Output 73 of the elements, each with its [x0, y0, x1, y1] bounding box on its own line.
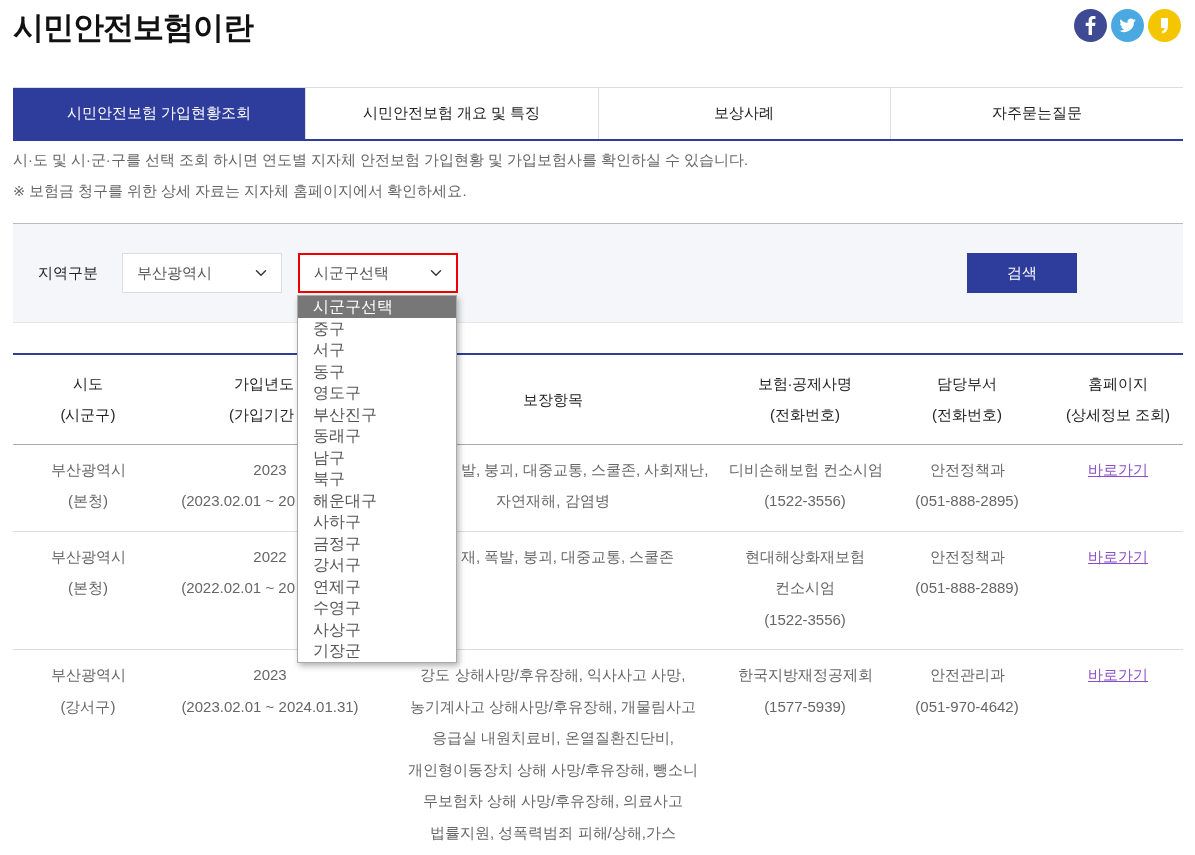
column-header: 보험·공제사명	[757, 374, 853, 392]
tab[interactable]: 시민안전보험 가입현황조회	[13, 88, 306, 139]
table-cell: (2023.02.01 ~ 2024.01.31)	[181, 697, 359, 715]
table-cell: 2023	[253, 666, 287, 683]
dropdown-option[interactable]: 강서구	[298, 554, 456, 576]
table-cell: (본청)	[68, 492, 108, 509]
table-cell: (본청)	[68, 579, 108, 596]
table-cell: 부산광역시	[50, 460, 126, 478]
table-cell: 2022	[253, 547, 287, 565]
table-cell: 안전관리과	[929, 666, 1005, 683]
table-cell: (1522-3556)	[764, 492, 846, 509]
dropdown-option[interactable]: 사상구	[298, 618, 456, 640]
table-cell: 무보험차 상해 사망/후유장해, 의료사고	[422, 792, 684, 809]
dropdown-option[interactable]: 중구	[298, 317, 456, 339]
dropdown-option[interactable]: 해운대구	[298, 489, 456, 511]
district-select[interactable]: 시군구선택	[298, 253, 458, 293]
table-cell: 안전정책과	[929, 547, 1005, 565]
table-cell: (051-970-4642)	[915, 697, 1019, 715]
table-cell: 컨소시엄	[775, 579, 835, 596]
table-cell: 부산광역시	[50, 666, 126, 683]
dropdown-option[interactable]: 연제구	[298, 575, 456, 597]
table-cell: 한국지방재정공제회	[737, 666, 873, 683]
column-header: 보장항목	[523, 390, 583, 408]
table-cell: (2022.02.01 ~ 20	[181, 579, 295, 596]
dropdown-option[interactable]: 서구	[298, 339, 456, 361]
column-header: (시군구)	[60, 406, 116, 424]
table-cell: 농기계사고 상해사망/후유장해, 개물림사고	[409, 697, 697, 715]
dropdown-option[interactable]: 기장군	[298, 640, 456, 662]
dropdown-option[interactable]: 영도구	[298, 382, 456, 404]
homepage-link[interactable]: 바로가기	[1088, 460, 1148, 478]
region-select[interactable]: 부산광역시	[122, 253, 282, 293]
page-title: 시민안전보험이란	[13, 9, 253, 47]
table-cell: (051-888-2895)	[915, 492, 1019, 509]
table-cell: 발, 붕괴, 대중교통, 스쿨존, 사회재난,	[461, 460, 709, 478]
column-header: 담당부서	[937, 374, 997, 392]
notice-text: 시·도 및 시·군·구를 선택 조회 하시면 연도별 지자체 안전보험 가입현황 및 가입보험사를 확인하실 수 있습니다.	[13, 151, 749, 170]
table-cell: 법률지원, 성폭력범죄 피해/상해,가스	[430, 823, 676, 841]
homepage-link[interactable]: 바로가기	[1088, 547, 1148, 565]
dropdown-option[interactable]: 부산진구	[298, 403, 456, 425]
dropdown-option[interactable]: 금정구	[298, 532, 456, 554]
homepage-link[interactable]: 바로가기	[1088, 666, 1148, 683]
table-cell: (051-888-2889)	[915, 579, 1019, 596]
dropdown-option[interactable]: 남구	[298, 446, 456, 468]
table-cell: 부산광역시	[50, 547, 126, 565]
table-cell: (강서구)	[60, 697, 116, 715]
dropdown-option[interactable]: 수영구	[298, 597, 456, 619]
table-cell: (1522-3556)	[764, 610, 846, 628]
table-cell: (2023.02.01 ~ 20	[181, 492, 295, 509]
column-header: (가입기간	[229, 406, 294, 424]
dropdown-option[interactable]: 동래구	[298, 425, 456, 447]
table-cell: 강도 상해사망/후유장해, 익사사고 사망,	[420, 666, 686, 683]
table-cell: 응급실 내원치료비, 온열질환진단비,	[432, 729, 674, 746]
table-cell: 2023	[253, 460, 287, 478]
dropdown-option[interactable]: 시군구선택	[298, 296, 456, 318]
dropdown-option[interactable]: 동구	[298, 360, 456, 382]
column-header: 홈페이지	[1088, 374, 1148, 392]
column-header: (전화번호)	[770, 406, 840, 424]
column-header: 시도	[73, 374, 103, 392]
dropdown-option[interactable]: 북구	[298, 468, 456, 490]
notice-text: ※ 보험금 청구를 위한 상세 자료는 지자체 홈페이지에서 확인하세요.	[13, 182, 468, 201]
dropdown-option[interactable]: 사하구	[298, 511, 456, 533]
table-cell: 재, 폭발, 붕괴, 대중교통, 스쿨존	[461, 547, 675, 565]
table-cell: 현대해상화재보험	[745, 547, 865, 565]
table-cell: 자연재해, 감염병	[496, 492, 610, 509]
column-header: (상세정보 조회)	[1065, 406, 1171, 424]
column-header: 가입년도	[234, 374, 294, 392]
table-cell: (1577-5939)	[764, 697, 846, 715]
table-cell: 개인형이동장치 상해 사망/후유장해, 뺑소니	[407, 760, 699, 778]
table-cell: 디비손해보험 컨소시엄	[729, 460, 884, 478]
table-cell: 안전정책과	[929, 460, 1005, 478]
region-label: 지역구분	[38, 262, 98, 283]
column-header: (전화번호)	[932, 406, 1002, 424]
search-button[interactable]: 검색	[967, 253, 1077, 293]
